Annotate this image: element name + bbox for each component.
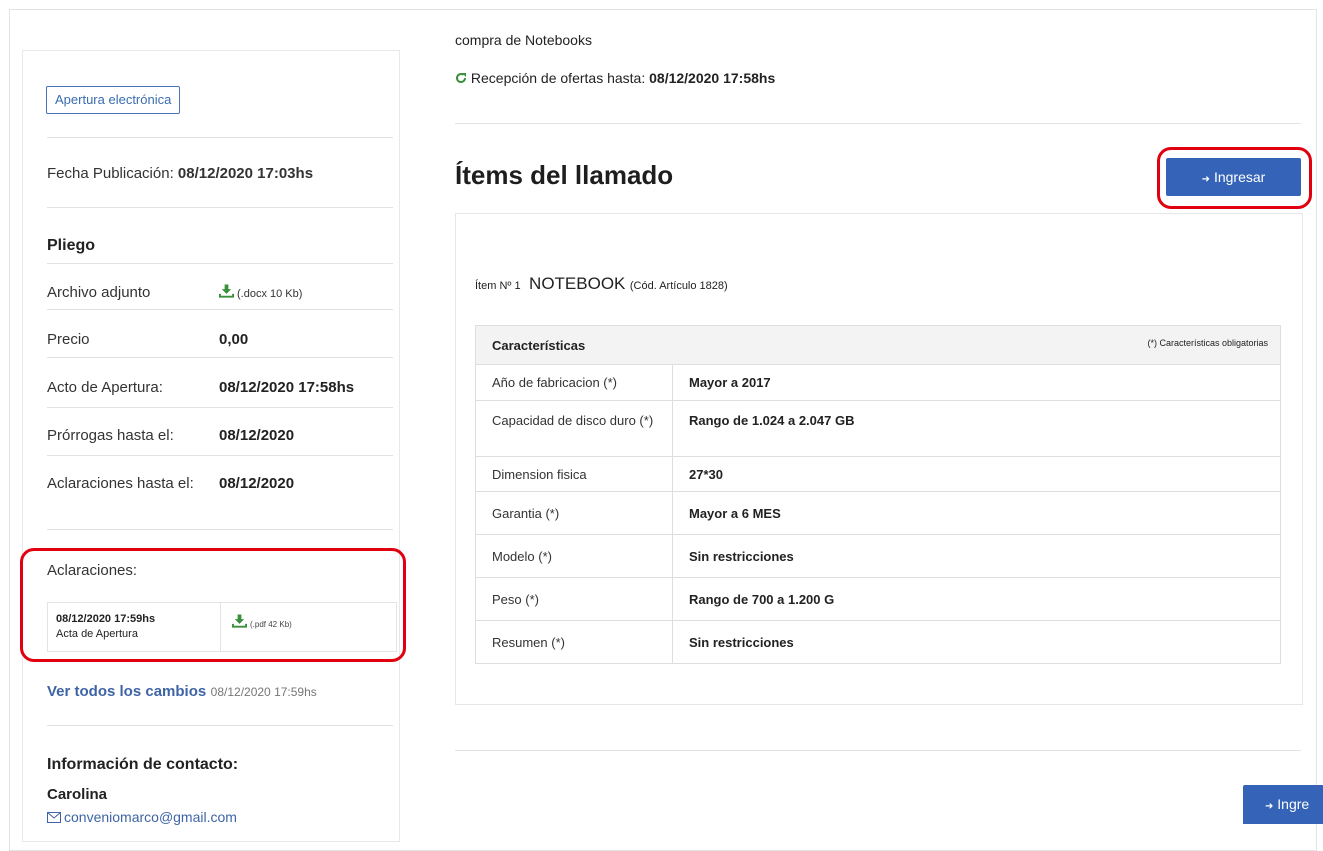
aclaraciones-hasta-label: Aclaraciones hasta el:: [47, 475, 194, 492]
acto-apertura-label: Acto de Apertura:: [47, 379, 163, 396]
precio-label: Precio: [47, 331, 90, 348]
contacto-email[interactable]: conveniomarco@gmail.com: [47, 809, 237, 825]
pliego-title: Pliego: [47, 237, 96, 254]
fecha-publicacion-label: Fecha Publicación:: [47, 165, 174, 182]
prorrogas-label: Prórrogas hasta el:: [47, 427, 174, 444]
recepcion-label: Recepción de ofertas hasta:: [470, 70, 646, 86]
ingresar-highlight: [1157, 147, 1312, 209]
apertura-electronica-button[interactable]: Apertura electrónica: [46, 86, 181, 114]
divider: [47, 529, 393, 530]
precio-value: 0,00: [219, 331, 249, 348]
table-header-label: Características: [492, 337, 586, 353]
recepcion-value: 08/12/2020 17:58hs: [649, 70, 776, 86]
feature-name: Capacidad de disco duro (*): [475, 400, 673, 457]
llamado-subtitle: compra de Notebooks: [455, 32, 592, 48]
divider: [47, 357, 393, 358]
feature-name: Garantia (*): [475, 491, 673, 535]
divider: [47, 263, 393, 264]
item-code: (Cód. Artículo 1828): [629, 280, 728, 292]
archivo-adjunto-download[interactable]: (.docx 10 Kb): [219, 284, 302, 302]
divider: [455, 750, 1301, 751]
divider: [47, 309, 393, 310]
aclaraciones-highlight: [20, 548, 406, 662]
feature-value: 27*30: [672, 456, 1281, 492]
item-name: NOTEBOOK: [529, 274, 626, 293]
table-header-row: Características (*) Características obli…: [475, 325, 1281, 365]
sidebar: Apertura electrónica Fecha Publicación: …: [22, 50, 400, 842]
caracteristicas-table: Características (*) Características obli…: [475, 325, 1281, 664]
ver-todos-cambios-link[interactable]: Ver todos los cambios: [47, 683, 206, 700]
envelope-icon: [47, 812, 61, 823]
feature-name: Año de fabricacion (*): [475, 364, 673, 401]
item-title: Ítem Nº 1 NOTEBOOK (Cód. Artículo 1828): [475, 274, 728, 294]
table-row: Capacidad de disco duro (*) Rango de 1.0…: [475, 400, 1281, 457]
feature-value: Rango de 1.024 a 2.047 GB: [672, 400, 1281, 457]
divider: [47, 407, 393, 408]
contacto-title: Información de contacto:: [47, 756, 239, 773]
table-header: Características (*) Características obli…: [475, 325, 1281, 365]
feature-value: Sin restricciones: [672, 620, 1281, 664]
divider: [47, 725, 393, 726]
contacto-name: Carolina: [47, 786, 108, 803]
feature-value: Mayor a 6 MES: [672, 491, 1281, 535]
divider: [47, 137, 393, 138]
prorrogas-value: 08/12/2020: [219, 427, 295, 444]
aclaraciones-hasta-value: 08/12/2020: [219, 475, 295, 492]
feature-name: Modelo (*): [475, 534, 673, 578]
download-icon: [219, 284, 234, 298]
feature-value: Sin restricciones: [672, 534, 1281, 578]
recepcion-ofertas: Recepción de ofertas hasta: 08/12/2020 1…: [455, 70, 775, 86]
table-row: Resumen (*) Sin restricciones: [475, 620, 1281, 664]
divider: [47, 455, 393, 456]
ingresar-bottom-button[interactable]: ➜ Ingre: [1243, 785, 1323, 824]
table-row: Dimension fisica 27*30: [475, 456, 1281, 492]
acto-apertura-value: 08/12/2020 17:58hs: [219, 379, 355, 396]
archivo-adjunto-label: Archivo adjunto: [47, 284, 151, 301]
items-heading: Ítems del llamado: [455, 160, 674, 190]
archivo-adjunto-file: (.docx 10 Kb): [237, 288, 303, 300]
fecha-publicacion-value: 08/12/2020 17:03hs: [177, 165, 314, 182]
refresh-icon: [456, 73, 467, 84]
feature-value: Rango de 700 a 1.200 G: [672, 577, 1281, 621]
divider: [455, 123, 1301, 124]
sign-in-icon: ➜: [1265, 801, 1274, 812]
table-row: Garantia (*) Mayor a 6 MES: [475, 491, 1281, 535]
ver-cambios-date: 08/12/2020 17:59hs: [210, 685, 317, 699]
ver-cambios: Ver todos los cambios 08/12/2020 17:59hs: [47, 683, 317, 701]
table-row: Modelo (*) Sin restricciones: [475, 534, 1281, 578]
feature-name: Peso (*): [475, 577, 673, 621]
item-prefix: Ítem Nº 1: [475, 280, 521, 292]
table-row: Año de fabricacion (*) Mayor a 2017: [475, 364, 1281, 401]
divider: [47, 207, 393, 208]
feature-name: Dimension fisica: [475, 456, 673, 492]
contacto-email-text: conveniomarco@gmail.com: [64, 809, 237, 825]
table-header-note: (*) Características obligatorias: [1147, 337, 1268, 348]
feature-name: Resumen (*): [475, 620, 673, 664]
fecha-publicacion: Fecha Publicación: 08/12/2020 17:03hs: [47, 165, 313, 182]
feature-value: Mayor a 2017: [672, 364, 1281, 401]
ingresar-bottom-label: Ingre: [1277, 796, 1310, 812]
table-row: Peso (*) Rango de 700 a 1.200 G: [475, 577, 1281, 621]
